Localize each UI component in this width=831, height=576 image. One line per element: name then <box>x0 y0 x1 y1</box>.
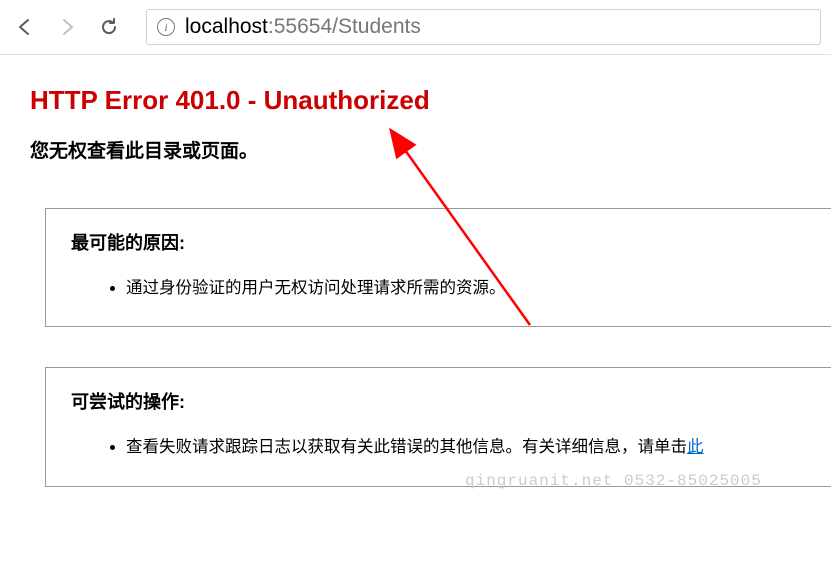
browser-navigation-bar: i localhost:55654/Students <box>0 0 831 55</box>
reload-button[interactable] <box>94 12 124 42</box>
causes-title: 最可能的原因: <box>71 229 809 255</box>
details-link[interactable]: 此 <box>687 438 704 456</box>
error-subtitle: 您无权查看此目录或页面。 <box>30 136 801 163</box>
actions-list: 查看失败请求跟踪日志以获取有关此错误的其他信息。有关详细信息，请单击此 <box>71 434 809 460</box>
causes-section: 最可能的原因: 通过身份验证的用户无权访问处理请求所需的资源。 <box>45 208 831 327</box>
error-title: HTTP Error 401.0 - Unauthorized <box>30 85 801 116</box>
url-port: :55654 <box>268 15 332 38</box>
url-text: localhost:55654/Students <box>185 15 421 39</box>
actions-title: 可尝试的操作: <box>71 388 809 414</box>
page-content: HTTP Error 401.0 - Unauthorized 您无权查看此目录… <box>0 55 831 487</box>
site-info-icon[interactable]: i <box>157 18 175 36</box>
actions-item-text: 查看失败请求跟踪日志以获取有关此错误的其他信息。有关详细信息，请单击 <box>126 438 687 456</box>
actions-section: 可尝试的操作: 查看失败请求跟踪日志以获取有关此错误的其他信息。有关详细信息，请… <box>45 367 831 486</box>
url-path: /Students <box>332 15 421 38</box>
causes-item: 通过身份验证的用户无权访问处理请求所需的资源。 <box>126 275 809 301</box>
causes-list: 通过身份验证的用户无权访问处理请求所需的资源。 <box>71 275 809 301</box>
address-bar[interactable]: i localhost:55654/Students <box>146 9 821 45</box>
actions-item: 查看失败请求跟踪日志以获取有关此错误的其他信息。有关详细信息，请单击此 <box>126 434 809 460</box>
back-button[interactable] <box>10 12 40 42</box>
forward-button[interactable] <box>52 12 82 42</box>
url-host: localhost <box>185 15 268 38</box>
